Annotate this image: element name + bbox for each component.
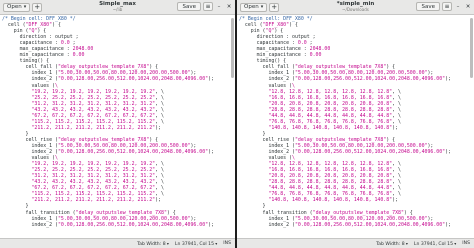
scrollbar-thumb[interactable] xyxy=(470,18,473,78)
plus-icon: + xyxy=(271,3,278,11)
code-token: "140.8, 140.8, 140.8, 140.8, 140.8, 140.… xyxy=(268,124,393,131)
new-document-button[interactable]: + xyxy=(269,2,280,12)
code-token: ); xyxy=(392,197,399,204)
header-actions: Save ≡ – ✕ xyxy=(177,2,233,11)
code-token: "0.00,128.00,256.00,512.00,1024.00,2048.… xyxy=(57,76,209,83)
status-bar: Tab Width: 8 Ln 37941, Col 15 INS xyxy=(0,238,235,248)
hamburger-menu-icon[interactable]: ≡ xyxy=(203,2,213,11)
header-actions: Save ≡ – ✕ xyxy=(416,2,472,11)
code-token: "140.8, 140.8, 140.8, 140.8, 140.8, 140.… xyxy=(268,197,393,204)
editor-window-right: Open ▾ + *simple_min ~/Downloads Save ≡ … xyxy=(236,0,474,248)
desktop: Open ▾ + Simple_max ~/lib Save ≡ – ✕ /* … xyxy=(0,0,474,248)
tab-width-selector[interactable]: Tab Width: 8 xyxy=(376,241,408,247)
close-icon[interactable]: ✕ xyxy=(464,2,472,11)
code-token: ) { xyxy=(289,22,298,29)
minimize-icon[interactable]: – xyxy=(454,2,462,11)
new-document-button[interactable]: + xyxy=(32,2,43,12)
header-bar: Open ▾ + *simple_min ~/Downloads Save ≡ … xyxy=(237,0,474,15)
scrollbar-thumb[interactable] xyxy=(231,18,234,78)
hamburger-menu-icon[interactable]: ≡ xyxy=(442,2,452,11)
code-token: ); xyxy=(445,149,452,156)
status-bar: Tab Width: 8 Ln 37941, Col 15 INS xyxy=(237,238,474,248)
code-token: ); xyxy=(208,76,215,83)
chevron-down-icon: ▾ xyxy=(23,4,27,10)
code-token: index_2 ( xyxy=(2,221,58,228)
insert-mode-indicator: INS xyxy=(223,241,231,246)
close-icon[interactable]: ✕ xyxy=(225,2,233,11)
editor-window-left: Open ▾ + Simple_max ~/lib Save ≡ – ✕ /* … xyxy=(0,0,236,248)
open-label: Open xyxy=(244,4,259,10)
code-token: ); xyxy=(208,149,215,156)
open-button[interactable]: Open ▾ xyxy=(240,2,268,12)
code-line: index_2 ("0.00,128.00,256.00,512.00,1024… xyxy=(2,222,235,228)
code-token: ); xyxy=(392,124,399,131)
code-line: index_2 ("0.00,128.00,256.00,512.00,1024… xyxy=(239,222,474,228)
chevron-down-icon: ▾ xyxy=(260,4,264,10)
code-token: ); xyxy=(208,221,215,228)
code-token: ) { xyxy=(52,22,61,29)
open-label: Open xyxy=(7,4,22,10)
code-token: "0.00,128.00,256.00,512.00,1024.00,2048.… xyxy=(57,149,209,156)
save-button[interactable]: Save xyxy=(177,2,201,11)
cursor-position[interactable]: Ln 37941, Col 15 xyxy=(414,241,456,247)
code-token: "0.00,128.00,256.00,512.00,1024.00,2048.… xyxy=(294,149,446,156)
code-token: "0.00,128.00,256.00,512.00,1024.00,2048.… xyxy=(57,221,209,228)
save-button[interactable]: Save xyxy=(416,2,440,11)
cursor-position[interactable]: Ln 37941, Col 15 xyxy=(175,241,217,247)
insert-mode-indicator: INS xyxy=(462,241,470,246)
tab-width-selector[interactable]: Tab Width: 8 xyxy=(137,241,169,247)
code-token: ); xyxy=(445,221,452,228)
code-token: "211.2, 211.2, 211.2, 211.2, 211.2, 211.… xyxy=(31,124,156,131)
code-token: ); xyxy=(155,124,162,131)
code-token: index_2 ( xyxy=(239,221,295,228)
code-token: "0.00,128.00,256.00,512.00,1024.00,2048.… xyxy=(294,221,446,228)
code-token: 0.00 xyxy=(309,52,322,59)
code-token: "211.2, 211.2, 211.2, 211.2, 211.2, 211.… xyxy=(31,197,156,204)
code-token: 0.00 xyxy=(72,52,85,59)
text-editor[interactable]: /* Begin cell: DFF_X80 */ cell ("DFF_X80… xyxy=(0,15,235,238)
open-button[interactable]: Open ▾ xyxy=(3,2,31,12)
code-token: ); xyxy=(445,76,452,83)
minimize-icon[interactable]: – xyxy=(215,2,223,11)
header-bar: Open ▾ + Simple_max ~/lib Save ≡ – ✕ xyxy=(0,0,235,15)
plus-icon: + xyxy=(34,3,41,11)
code-token: "0.00,128.00,256.00,512.00,1024.00,2048.… xyxy=(294,76,446,83)
code-token: ); xyxy=(155,197,162,204)
text-editor[interactable]: /* Begin cell: DFF_X80 */ cell ("DFF_X80… xyxy=(237,15,474,238)
